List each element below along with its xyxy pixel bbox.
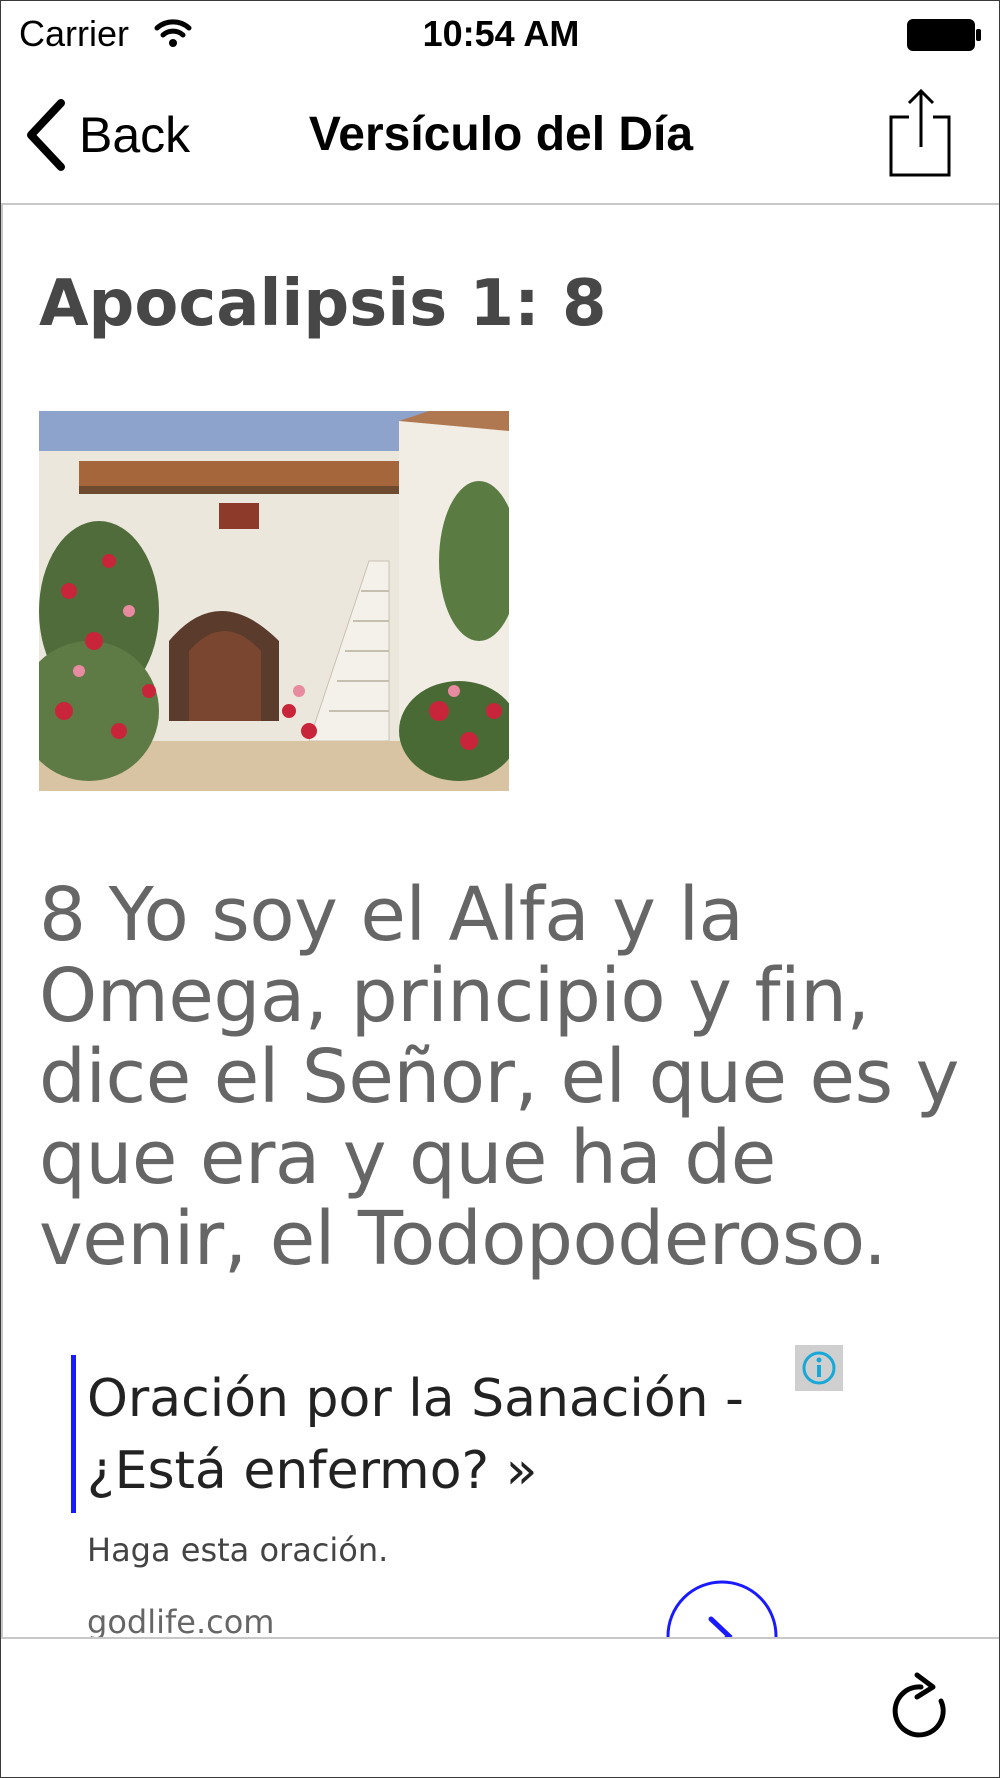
verse-reference: Apocalipsis 1: 8 xyxy=(39,267,607,341)
verse-content: Apocalipsis 1: 8 8 Yo soy el Alfa y la O… xyxy=(1,205,999,1637)
ad-subtitle: Haga esta oración. xyxy=(87,1531,389,1569)
refresh-icon[interactable] xyxy=(891,1671,955,1743)
ad-title[interactable]: Oración por la Sanación - ¿Está enfermo?… xyxy=(87,1363,787,1507)
status-bar: Carrier 10:54 AM xyxy=(1,1,999,67)
app-screen: Carrier 10:54 AM Back Versículo del Día … xyxy=(0,0,1000,1778)
verse-image xyxy=(39,411,509,791)
navigation-bar: Back Versículo del Día xyxy=(1,67,999,205)
page-title: Versículo del Día xyxy=(308,108,694,161)
ad-accent-bar xyxy=(71,1355,76,1513)
battery-icon xyxy=(907,19,981,51)
info-icon[interactable] xyxy=(795,1345,843,1391)
ad-arrow-button[interactable] xyxy=(665,1579,779,1637)
verse-text: 8 Yo soy el Alfa y la Omega, principio y… xyxy=(39,872,959,1282)
clock: 10:54 AM xyxy=(422,13,580,54)
bottom-toolbar xyxy=(1,1637,999,1777)
share-icon[interactable] xyxy=(887,87,955,179)
ad-domain[interactable]: godlife.com xyxy=(87,1603,274,1637)
